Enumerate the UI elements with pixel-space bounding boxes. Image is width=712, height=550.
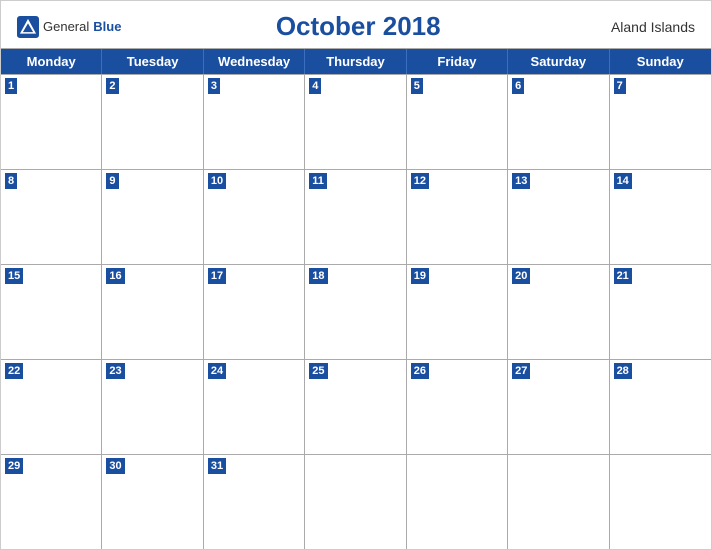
day-number-21: 21 bbox=[614, 268, 632, 284]
day-cell-15: 15 bbox=[1, 265, 102, 359]
day-number-17: 17 bbox=[208, 268, 226, 284]
day-number-13: 13 bbox=[512, 173, 530, 189]
generalblue-logo-icon bbox=[17, 16, 39, 38]
day-number-8: 8 bbox=[5, 173, 17, 189]
week-row-5: 29 30 31 bbox=[1, 454, 711, 549]
day-number-16: 16 bbox=[106, 268, 124, 284]
day-cell-2: 2 bbox=[102, 75, 203, 169]
day-cell-29: 29 bbox=[1, 455, 102, 549]
day-header-sunday: Sunday bbox=[610, 49, 711, 74]
day-cell-9: 9 bbox=[102, 170, 203, 264]
calendar-grid: Monday Tuesday Wednesday Thursday Friday… bbox=[1, 48, 711, 549]
day-number-9: 9 bbox=[106, 173, 118, 189]
day-cell-12: 12 bbox=[407, 170, 508, 264]
day-number-1: 1 bbox=[5, 78, 17, 94]
day-cell-26: 26 bbox=[407, 360, 508, 454]
day-number-12: 12 bbox=[411, 173, 429, 189]
calendar-title: October 2018 bbox=[121, 11, 595, 42]
day-cell-empty-4-3 bbox=[305, 455, 406, 549]
day-cell-18: 18 bbox=[305, 265, 406, 359]
day-cell-22: 22 bbox=[1, 360, 102, 454]
day-cell-4: 4 bbox=[305, 75, 406, 169]
logo-blue-text: Blue bbox=[93, 19, 121, 34]
day-number-5: 5 bbox=[411, 78, 423, 94]
day-cell-23: 23 bbox=[102, 360, 203, 454]
day-number-4: 4 bbox=[309, 78, 321, 94]
week-row-3: 15 16 17 18 19 20 21 bbox=[1, 264, 711, 359]
calendar-container: General Blue October 2018 Aland Islands … bbox=[0, 0, 712, 550]
day-cell-11: 11 bbox=[305, 170, 406, 264]
day-cell-8: 8 bbox=[1, 170, 102, 264]
day-number-11: 11 bbox=[309, 173, 327, 189]
day-number-3: 3 bbox=[208, 78, 220, 94]
day-cell-16: 16 bbox=[102, 265, 203, 359]
logo-general-text: General bbox=[43, 19, 89, 34]
day-number-24: 24 bbox=[208, 363, 226, 379]
day-number-28: 28 bbox=[614, 363, 632, 379]
day-number-26: 26 bbox=[411, 363, 429, 379]
day-cell-25: 25 bbox=[305, 360, 406, 454]
day-cell-21: 21 bbox=[610, 265, 711, 359]
day-number-18: 18 bbox=[309, 268, 327, 284]
day-number-2: 2 bbox=[106, 78, 118, 94]
day-cell-30: 30 bbox=[102, 455, 203, 549]
day-number-6: 6 bbox=[512, 78, 524, 94]
day-cell-1: 1 bbox=[1, 75, 102, 169]
day-cell-5: 5 bbox=[407, 75, 508, 169]
day-number-14: 14 bbox=[614, 173, 632, 189]
day-cell-19: 19 bbox=[407, 265, 508, 359]
day-number-23: 23 bbox=[106, 363, 124, 379]
day-cell-24: 24 bbox=[204, 360, 305, 454]
region-label: Aland Islands bbox=[595, 19, 695, 35]
day-cell-31: 31 bbox=[204, 455, 305, 549]
day-header-tuesday: Tuesday bbox=[102, 49, 203, 74]
day-cell-13: 13 bbox=[508, 170, 609, 264]
day-number-10: 10 bbox=[208, 173, 226, 189]
day-cell-6: 6 bbox=[508, 75, 609, 169]
week-row-1: 1 2 3 4 5 6 7 bbox=[1, 74, 711, 169]
calendar-header: General Blue October 2018 Aland Islands bbox=[1, 1, 711, 48]
logo-area: General Blue bbox=[17, 16, 121, 38]
day-number-20: 20 bbox=[512, 268, 530, 284]
day-cell-10: 10 bbox=[204, 170, 305, 264]
day-cell-20: 20 bbox=[508, 265, 609, 359]
day-header-friday: Friday bbox=[407, 49, 508, 74]
day-number-29: 29 bbox=[5, 458, 23, 474]
day-header-wednesday: Wednesday bbox=[204, 49, 305, 74]
day-cell-3: 3 bbox=[204, 75, 305, 169]
day-cell-17: 17 bbox=[204, 265, 305, 359]
day-cell-28: 28 bbox=[610, 360, 711, 454]
day-cell-27: 27 bbox=[508, 360, 609, 454]
day-number-15: 15 bbox=[5, 268, 23, 284]
day-header-monday: Monday bbox=[1, 49, 102, 74]
day-header-thursday: Thursday bbox=[305, 49, 406, 74]
day-cell-14: 14 bbox=[610, 170, 711, 264]
day-cell-7: 7 bbox=[610, 75, 711, 169]
day-number-31: 31 bbox=[208, 458, 226, 474]
day-number-27: 27 bbox=[512, 363, 530, 379]
week-row-2: 8 9 10 11 12 13 14 bbox=[1, 169, 711, 264]
day-cell-empty-4-4 bbox=[407, 455, 508, 549]
weeks-container: 1234567891011121314151617181920212223242… bbox=[1, 74, 711, 549]
day-number-22: 22 bbox=[5, 363, 23, 379]
day-cell-empty-4-5 bbox=[508, 455, 609, 549]
day-number-25: 25 bbox=[309, 363, 327, 379]
day-cell-empty-4-6 bbox=[610, 455, 711, 549]
day-header-saturday: Saturday bbox=[508, 49, 609, 74]
day-headers-row: Monday Tuesday Wednesday Thursday Friday… bbox=[1, 49, 711, 74]
week-row-4: 22 23 24 25 26 27 28 bbox=[1, 359, 711, 454]
day-number-19: 19 bbox=[411, 268, 429, 284]
day-number-7: 7 bbox=[614, 78, 626, 94]
day-number-30: 30 bbox=[106, 458, 124, 474]
